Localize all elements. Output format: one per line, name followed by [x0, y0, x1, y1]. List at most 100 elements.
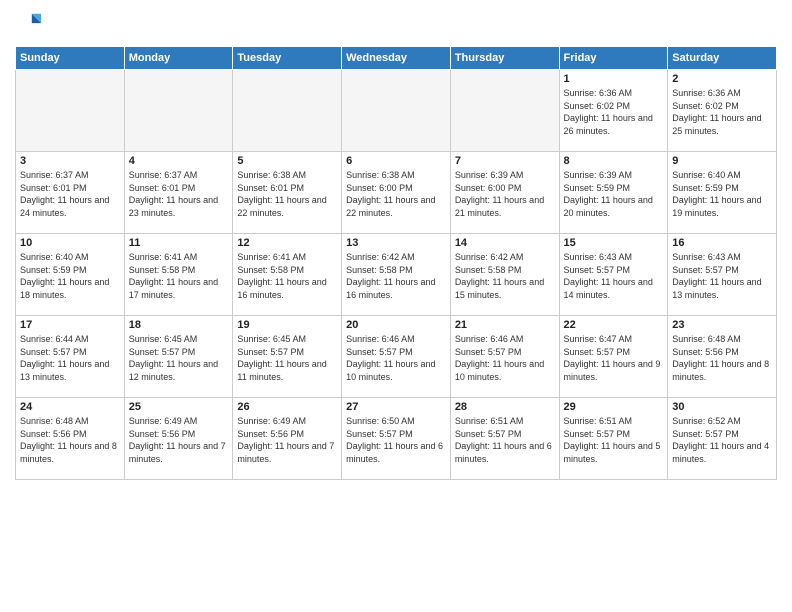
calendar-cell: 23 Sunrise: 6:48 AM Sunset: 5:56 PM Dayli… [668, 316, 777, 398]
day-number: 22 [564, 319, 664, 331]
cell-info: Sunrise: 6:49 AM Sunset: 5:56 PM Dayligh… [237, 415, 337, 465]
calendar-cell: 21Sunrise: 6:46 AM Sunset: 5:57 PM Dayli… [450, 316, 559, 398]
calendar-cell: 28 Sunrise: 6:51 AM Sunset: 5:57 PM Dayli… [450, 398, 559, 480]
day-number: 8 [564, 155, 664, 167]
cell-info: Sunrise: 6:46 AM Sunset: 5:57 PM Dayligh… [346, 333, 446, 383]
day-number: 17 [20, 319, 120, 331]
day-number: 10 [20, 237, 120, 249]
day-number: 25 [129, 401, 229, 413]
day-number: 15 [564, 237, 664, 249]
day-header-tuesday: Tuesday [233, 47, 342, 70]
cell-info: Sunrise: 6:42 AM Sunset: 5:58 PM Dayligh… [455, 251, 555, 301]
day-number: 24 [20, 401, 120, 413]
cell-info: Sunrise: 6:46 AM Sunset: 5:57 PM Dayligh… [455, 333, 555, 383]
calendar-cell: 6Sunrise: 6:38 AM Sunset: 6:00 PM Daylig… [342, 152, 451, 234]
day-number: 30 [672, 401, 772, 413]
day-number: 11 [129, 237, 229, 249]
calendar-cell: 14 Sunrise: 6:42 AM Sunset: 5:58 PM Dayli… [450, 234, 559, 316]
logo-icon [15, 10, 43, 38]
day-number: 2 [672, 73, 772, 85]
cell-info: Sunrise: 6:51 AM Sunset: 5:57 PM Dayligh… [564, 415, 664, 465]
day-header-friday: Friday [559, 47, 668, 70]
header [15, 10, 777, 38]
calendar-cell [16, 70, 125, 152]
calendar-cell: 20 Sunrise: 6:46 AM Sunset: 5:57 PM Dayli… [342, 316, 451, 398]
calendar-cell: 27 Sunrise: 6:50 AM Sunset: 5:57 PM Dayli… [342, 398, 451, 480]
day-number: 12 [237, 237, 337, 249]
day-header-saturday: Saturday [668, 47, 777, 70]
day-number: 7 [455, 155, 555, 167]
day-number: 18 [129, 319, 229, 331]
day-number: 4 [129, 155, 229, 167]
day-number: 28 [455, 401, 555, 413]
calendar-cell: 22 Sunrise: 6:47 AM Sunset: 5:57 PM Dayli… [559, 316, 668, 398]
week-row-4: 17 Sunrise: 6:44 AM Sunset: 5:57 PM Dayli… [16, 316, 777, 398]
calendar-cell [233, 70, 342, 152]
day-number: 6 [346, 155, 446, 167]
calendar-cell [342, 70, 451, 152]
calendar-cell: 4 Sunrise: 6:37 AM Sunset: 6:01 PM Daylig… [124, 152, 233, 234]
cell-info: Sunrise: 6:39 AM Sunset: 6:00 PM Dayligh… [455, 169, 555, 219]
day-number: 26 [237, 401, 337, 413]
logo [15, 10, 45, 38]
day-number: 27 [346, 401, 446, 413]
day-header-monday: Monday [124, 47, 233, 70]
calendar-cell: 7 Sunrise: 6:39 AM Sunset: 6:00 PM Daylig… [450, 152, 559, 234]
cell-info: Sunrise: 6:52 AM Sunset: 5:57 PM Dayligh… [672, 415, 772, 465]
cell-info: Sunrise: 6:47 AM Sunset: 5:57 PM Dayligh… [564, 333, 664, 383]
day-number: 20 [346, 319, 446, 331]
cell-info: Sunrise: 6:41 AM Sunset: 5:58 PM Dayligh… [237, 251, 337, 301]
calendar-cell: 15Sunrise: 6:43 AM Sunset: 5:57 PM Dayli… [559, 234, 668, 316]
calendar-cell: 13 Sunrise: 6:42 AM Sunset: 5:58 PM Dayli… [342, 234, 451, 316]
cell-info: Sunrise: 6:39 AM Sunset: 5:59 PM Dayligh… [564, 169, 664, 219]
cell-info: Sunrise: 6:44 AM Sunset: 5:57 PM Dayligh… [20, 333, 120, 383]
page: SundayMondayTuesdayWednesdayThursdayFrid… [0, 0, 792, 612]
calendar-cell: 30 Sunrise: 6:52 AM Sunset: 5:57 PM Dayli… [668, 398, 777, 480]
calendar-cell: 25 Sunrise: 6:49 AM Sunset: 5:56 PM Dayli… [124, 398, 233, 480]
day-number: 13 [346, 237, 446, 249]
cell-info: Sunrise: 6:48 AM Sunset: 5:56 PM Dayligh… [672, 333, 772, 383]
day-number: 19 [237, 319, 337, 331]
cell-info: Sunrise: 6:40 AM Sunset: 5:59 PM Dayligh… [20, 251, 120, 301]
day-header-sunday: Sunday [16, 47, 125, 70]
day-number: 16 [672, 237, 772, 249]
calendar-cell: 19Sunrise: 6:45 AM Sunset: 5:57 PM Dayli… [233, 316, 342, 398]
cell-info: Sunrise: 6:45 AM Sunset: 5:57 PM Dayligh… [129, 333, 229, 383]
week-row-5: 24 Sunrise: 6:48 AM Sunset: 5:56 PM Dayli… [16, 398, 777, 480]
day-number: 1 [564, 73, 664, 85]
cell-info: Sunrise: 6:42 AM Sunset: 5:58 PM Dayligh… [346, 251, 446, 301]
cell-info: Sunrise: 6:49 AM Sunset: 5:56 PM Dayligh… [129, 415, 229, 465]
day-number: 23 [672, 319, 772, 331]
cell-info: Sunrise: 6:41 AM Sunset: 5:58 PM Dayligh… [129, 251, 229, 301]
cell-info: Sunrise: 6:50 AM Sunset: 5:57 PM Dayligh… [346, 415, 446, 465]
day-number: 14 [455, 237, 555, 249]
calendar-cell: 5Sunrise: 6:38 AM Sunset: 6:01 PM Daylig… [233, 152, 342, 234]
cell-info: Sunrise: 6:37 AM Sunset: 6:01 PM Dayligh… [129, 169, 229, 219]
cell-info: Sunrise: 6:36 AM Sunset: 6:02 PM Dayligh… [672, 87, 772, 137]
day-number: 9 [672, 155, 772, 167]
calendar-cell: 10 Sunrise: 6:40 AM Sunset: 5:59 PM Dayli… [16, 234, 125, 316]
week-row-2: 3 Sunrise: 6:37 AM Sunset: 6:01 PM Daylig… [16, 152, 777, 234]
day-number: 3 [20, 155, 120, 167]
calendar-cell: 12 Sunrise: 6:41 AM Sunset: 5:58 PM Dayli… [233, 234, 342, 316]
day-number: 29 [564, 401, 664, 413]
cell-info: Sunrise: 6:37 AM Sunset: 6:01 PM Dayligh… [20, 169, 120, 219]
calendar-cell: 26 Sunrise: 6:49 AM Sunset: 5:56 PM Dayli… [233, 398, 342, 480]
day-header-thursday: Thursday [450, 47, 559, 70]
calendar-header-row: SundayMondayTuesdayWednesdayThursdayFrid… [16, 47, 777, 70]
calendar-cell: 24 Sunrise: 6:48 AM Sunset: 5:56 PM Dayli… [16, 398, 125, 480]
calendar: SundayMondayTuesdayWednesdayThursdayFrid… [15, 46, 777, 480]
cell-info: Sunrise: 6:40 AM Sunset: 5:59 PM Dayligh… [672, 169, 772, 219]
calendar-cell: 9 Sunrise: 6:40 AM Sunset: 5:59 PM Daylig… [668, 152, 777, 234]
cell-info: Sunrise: 6:43 AM Sunset: 5:57 PM Dayligh… [672, 251, 772, 301]
calendar-cell [450, 70, 559, 152]
cell-info: Sunrise: 6:48 AM Sunset: 5:56 PM Dayligh… [20, 415, 120, 465]
calendar-cell: 16 Sunrise: 6:43 AM Sunset: 5:57 PM Dayli… [668, 234, 777, 316]
week-row-3: 10 Sunrise: 6:40 AM Sunset: 5:59 PM Dayli… [16, 234, 777, 316]
day-number: 5 [237, 155, 337, 167]
calendar-cell: 3 Sunrise: 6:37 AM Sunset: 6:01 PM Daylig… [16, 152, 125, 234]
cell-info: Sunrise: 6:51 AM Sunset: 5:57 PM Dayligh… [455, 415, 555, 465]
calendar-cell: 8 Sunrise: 6:39 AM Sunset: 5:59 PM Daylig… [559, 152, 668, 234]
calendar-cell: 17 Sunrise: 6:44 AM Sunset: 5:57 PM Dayli… [16, 316, 125, 398]
calendar-cell: 2 Sunrise: 6:36 AM Sunset: 6:02 PM Daylig… [668, 70, 777, 152]
